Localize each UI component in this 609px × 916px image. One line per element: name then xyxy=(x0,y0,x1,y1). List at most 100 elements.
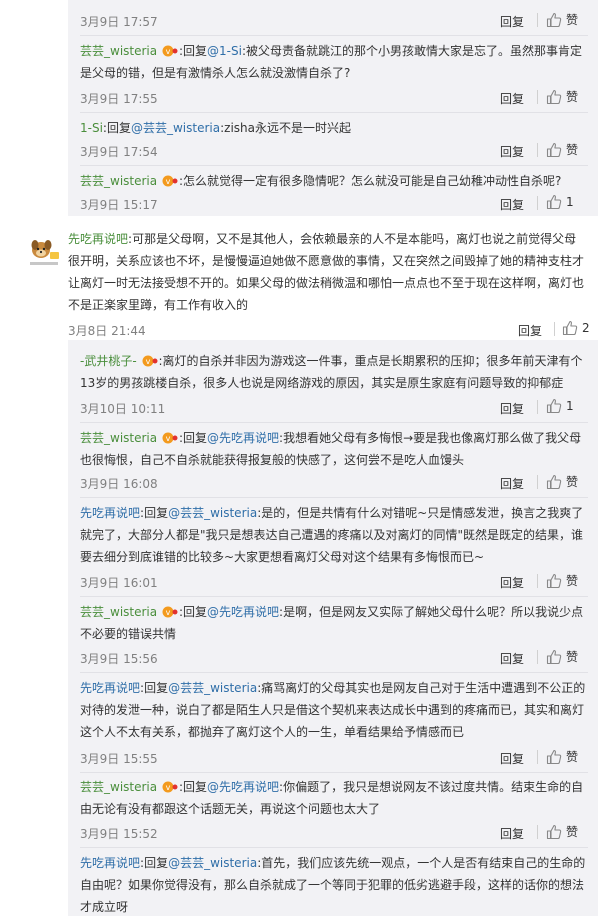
comment-body: 芸芸_wisteria v:回复@先吃再说吧:是啊，但是网友又实际了解她父母什么… xyxy=(80,604,584,641)
reply-meta: 3月9日 17:54 回复 赞 xyxy=(80,140,588,160)
timestamp: 3月10日 10:11 xyxy=(80,402,166,416)
username-link[interactable]: 芸芸_wisteria xyxy=(80,780,157,794)
like-button[interactable]: 赞 xyxy=(546,473,578,490)
like-count: 1 xyxy=(566,399,574,413)
divider xyxy=(537,90,538,104)
thumb-up-icon xyxy=(546,474,562,489)
svg-text:v: v xyxy=(166,783,171,792)
thumb-up-icon xyxy=(546,649,562,664)
timestamp: 3月9日 17:55 xyxy=(80,92,158,106)
reply-button[interactable]: 回复 xyxy=(500,400,524,417)
like-button[interactable]: 赞 xyxy=(546,748,578,765)
thumb-up-icon xyxy=(562,320,578,336)
like-button[interactable]: 赞 xyxy=(546,823,578,840)
username-link[interactable]: 芸芸_wisteria xyxy=(80,431,157,445)
reply-button[interactable]: 回复 xyxy=(500,825,524,842)
reply-comment: 芸芸_wisteria v:回复@1-Si:被父母责备就跳江的那个小男孩敢情大家… xyxy=(80,40,588,84)
reply-button[interactable]: 回复 xyxy=(500,650,524,667)
like-button[interactable]: 赞 xyxy=(546,648,578,665)
like-button[interactable]: 1 xyxy=(546,194,574,210)
reply-button[interactable]: 回复 xyxy=(500,574,524,591)
like-count: 赞 xyxy=(566,90,579,104)
username-link[interactable]: 先吃再说吧 xyxy=(68,232,128,246)
reply-button[interactable]: 回复 xyxy=(500,750,524,767)
like-button[interactable]: 赞 xyxy=(546,11,578,28)
divider xyxy=(537,196,538,210)
mention-link[interactable]: @先吃再说吧 xyxy=(207,780,279,794)
comment-text: zisha永远不是一时兴起 xyxy=(224,121,352,135)
mention-link[interactable]: @芸芸_wisteria xyxy=(131,121,220,135)
divider xyxy=(537,13,538,27)
comment-body: 先吃再说吧:回复@芸芸_wisteria:痛骂离灯的父母其实也是网友自己对于生活… xyxy=(80,681,586,739)
thumb-up-icon xyxy=(546,824,562,839)
comment-body: 先吃再说吧:回复@芸芸_wisteria:首先，我们应该先统一观点，一个人是否有… xyxy=(80,856,586,914)
reply-button[interactable]: 回复 xyxy=(500,13,524,30)
vip-badge-icon: v xyxy=(162,604,178,619)
reply-word: 回复 xyxy=(144,856,169,870)
reply-button[interactable]: 回复 xyxy=(500,475,524,492)
comment-text: 可那是父母啊，又不是其他人，会依赖最亲的人不是本能吗，离灯也说之前觉得父母很开明… xyxy=(68,232,585,312)
like-button[interactable]: 赞 xyxy=(546,572,578,589)
reply-comment: 芸芸_wisteria v:回复@先吃再说吧:你偏题了，我只是想说网友不该过度共… xyxy=(80,776,588,820)
like-button[interactable]: 赞 xyxy=(546,141,578,158)
thumb-up-icon xyxy=(546,12,562,27)
reply-meta: 3月9日 17:55 回复 赞 xyxy=(80,87,588,107)
svg-text:v: v xyxy=(145,357,150,366)
svg-text:v: v xyxy=(166,47,171,56)
like-button[interactable]: 赞 xyxy=(546,88,578,105)
reply-button[interactable]: 回复 xyxy=(518,322,542,339)
thumb-up-icon xyxy=(546,142,562,157)
divider xyxy=(80,112,588,113)
divider xyxy=(80,772,588,773)
reply-word: 回复 xyxy=(106,121,131,135)
divider xyxy=(537,574,538,588)
thumb-up-icon xyxy=(546,89,562,104)
username-link[interactable]: 1-Si xyxy=(80,121,103,135)
reply-comment: -武井桃子- v:离灯的自杀并非因为游戏这一件事，重点是长期累积的压抑；很多年前… xyxy=(80,350,588,394)
timestamp: 3月9日 15:56 xyxy=(80,652,158,666)
reply-word: 回复 xyxy=(183,780,208,794)
like-count: 赞 xyxy=(566,574,579,588)
vip-badge-icon: v xyxy=(162,779,178,794)
comment-body: 芸芸_wisteria v:回复@先吃再说吧:我想看她父母有多悔恨→要是我也像离… xyxy=(80,430,582,467)
like-count: 赞 xyxy=(566,143,579,157)
timestamp: 3月8日 21:44 xyxy=(68,324,146,338)
mention-link[interactable]: @芸芸_wisteria xyxy=(168,506,257,520)
comment-meta: 3月8日 21:44 回复 2 xyxy=(68,319,593,339)
reply-button[interactable]: 回复 xyxy=(500,143,524,160)
username-link[interactable]: 先吃再说吧 xyxy=(80,681,140,695)
reply-button[interactable]: 回复 xyxy=(500,196,524,213)
username-link[interactable]: 先吃再说吧 xyxy=(80,856,140,870)
mention-link[interactable]: @芸芸_wisteria xyxy=(168,681,257,695)
mention-link[interactable]: @芸芸_wisteria xyxy=(168,856,257,870)
vip-badge-icon: v xyxy=(162,173,178,188)
like-count: 赞 xyxy=(566,13,579,27)
username-link[interactable]: 芸芸_wisteria xyxy=(80,174,157,188)
comment-body: -武井桃子- v:离灯的自杀并非因为游戏这一件事，重点是长期累积的压抑；很多年前… xyxy=(80,354,583,390)
username-link[interactable]: 先吃再说吧 xyxy=(80,506,140,520)
mention-link[interactable]: @1-Si xyxy=(207,44,242,58)
username-link[interactable]: 芸芸_wisteria xyxy=(80,605,157,619)
reply-comment: 先吃再说吧:回复@芸芸_wisteria:是的，但是共情有什么对错呢~只是情感发… xyxy=(80,502,588,568)
timestamp: 3月9日 16:08 xyxy=(80,477,158,491)
reply-word: 回复 xyxy=(183,44,208,58)
like-button[interactable]: 2 xyxy=(562,320,590,336)
reply-meta: 3月9日 15:52 回复 赞 xyxy=(80,822,588,842)
avatar[interactable] xyxy=(26,234,62,270)
timestamp: 3月9日 16:01 xyxy=(80,576,158,590)
mention-link[interactable]: @先吃再说吧 xyxy=(207,431,279,445)
divider xyxy=(537,400,538,414)
vip-badge-icon: v xyxy=(162,43,178,58)
comment-body: 1-Si:回复@芸芸_wisteria:zisha永远不是一时兴起 xyxy=(80,121,352,135)
vip-badge-icon: v xyxy=(162,430,178,445)
thumb-up-icon xyxy=(546,573,562,588)
reply-meta: 3月9日 17:57 回复 赞 xyxy=(80,10,588,30)
divider xyxy=(80,596,588,597)
divider xyxy=(537,650,538,664)
like-button[interactable]: 1 xyxy=(546,398,574,414)
username-link[interactable]: -武井桃子- xyxy=(80,354,137,368)
mention-link[interactable]: @先吃再说吧 xyxy=(207,605,279,619)
like-count: 赞 xyxy=(566,475,579,489)
reply-button[interactable]: 回复 xyxy=(500,90,524,107)
username-link[interactable]: 芸芸_wisteria xyxy=(80,44,157,58)
